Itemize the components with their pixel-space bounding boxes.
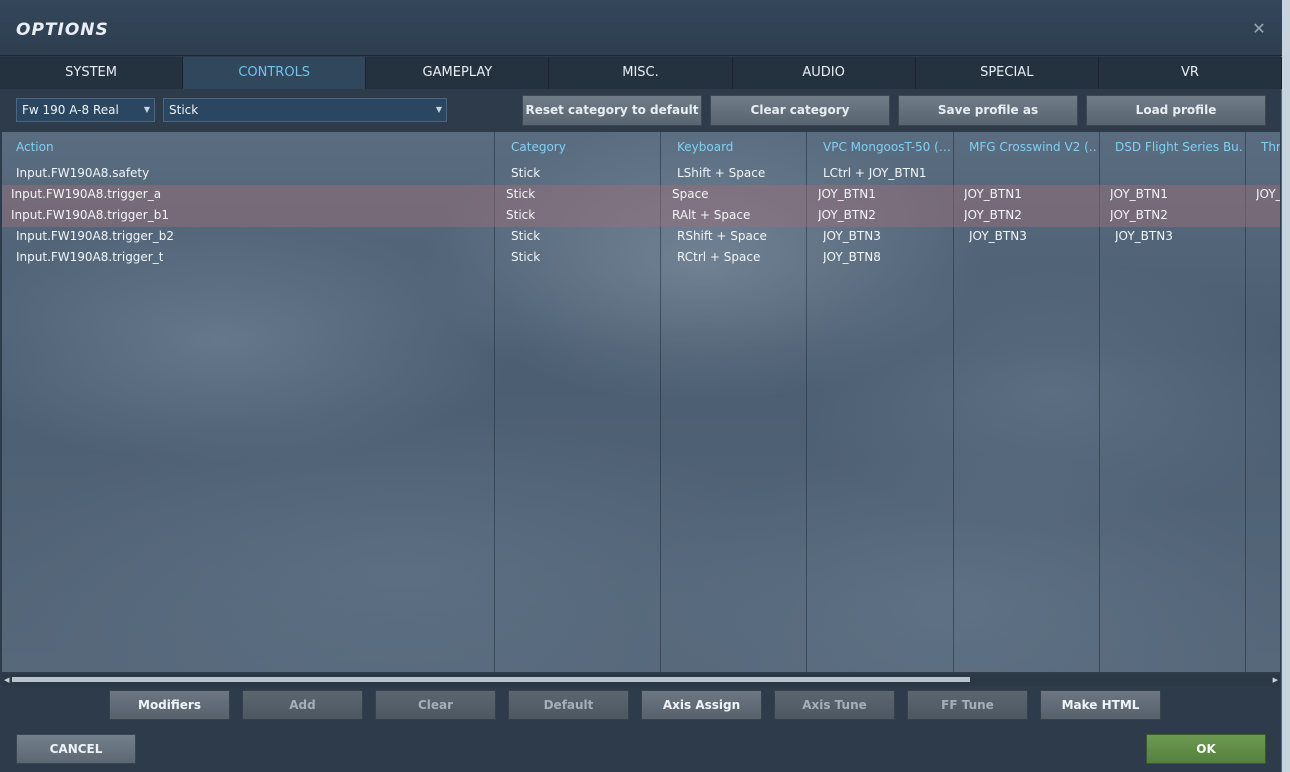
header-device-thr[interactable]: Thr <box>1261 140 1280 154</box>
close-icon[interactable]: ✕ <box>1250 20 1268 38</box>
category-select[interactable]: Stick ▼ <box>163 98 447 122</box>
scroll-right-icon[interactable]: ▶ <box>1273 674 1278 686</box>
cell-keyboard[interactable]: Space <box>672 187 709 201</box>
tab-gameplay[interactable]: GAMEPLAY <box>366 57 550 89</box>
axis-assign-button[interactable]: Axis Assign <box>641 690 762 720</box>
clear-category-button[interactable]: Clear category <box>710 95 890 126</box>
background-strip <box>1282 0 1290 772</box>
tab-misc[interactable]: MISC. <box>549 57 733 89</box>
axis-tune-button[interactable]: Axis Tune <box>774 690 895 720</box>
cancel-button[interactable]: CANCEL <box>16 734 136 764</box>
cell-device-vpc[interactable]: JOY_BTN3 <box>823 229 881 243</box>
header-device-vpc[interactable]: VPC MongoosT-50 (… <box>823 140 951 154</box>
title-bar: OPTIONS ✕ <box>0 0 1282 56</box>
table-row[interactable]: Input.FW190A8.trigger_b2 Stick RShift + … <box>2 227 1280 248</box>
save-profile-button[interactable]: Save profile as <box>898 95 1078 126</box>
cell-device-dsd[interactable]: JOY_BTN3 <box>1115 229 1173 243</box>
header-device-dsd[interactable]: DSD Flight Series Bu… <box>1115 140 1243 154</box>
cell-device-vpc[interactable]: JOY_BTN1 <box>818 187 876 201</box>
aircraft-select[interactable]: Fw 190 A-8 Real ▼ <box>16 98 155 122</box>
cell-device-mfg[interactable]: JOY_BTN1 <box>964 187 1022 201</box>
cell-action: Input.FW190A8.trigger_a <box>11 187 162 201</box>
table-row-selected[interactable]: Input.FW190A8.trigger_b1 Stick RAlt + Sp… <box>2 206 1280 227</box>
header-device-mfg[interactable]: MFG Crosswind V2 (… <box>969 140 1097 154</box>
make-html-button[interactable]: Make HTML <box>1040 690 1161 720</box>
cell-keyboard[interactable]: RAlt + Space <box>672 208 750 222</box>
cell-device-dsd[interactable]: JOY_BTN2 <box>1110 208 1168 222</box>
header-category[interactable]: Category <box>511 140 651 154</box>
add-button[interactable]: Add <box>242 690 363 720</box>
scrollbar-thumb[interactable] <box>12 677 970 682</box>
tab-vr[interactable]: VR <box>1098 57 1282 89</box>
grid-header: Action Category Keyboard VPC MongoosT-50… <box>2 132 1280 162</box>
ff-tune-button[interactable]: FF Tune <box>907 690 1028 720</box>
cell-device-vpc[interactable]: JOY_BTN8 <box>823 250 881 264</box>
tab-special[interactable]: SPECIAL <box>915 57 1099 89</box>
cell-device-vpc[interactable]: LCtrl + JOY_BTN1 <box>823 166 927 180</box>
cell-device-vpc[interactable]: JOY_BTN2 <box>818 208 876 222</box>
controls-toolbar: Fw 190 A-8 Real ▼ Stick ▼ Reset category… <box>0 90 1282 130</box>
ok-button[interactable]: OK <box>1146 734 1266 764</box>
cell-action: Input.FW190A8.trigger_b1 <box>11 208 169 222</box>
clear-button[interactable]: Clear <box>375 690 496 720</box>
bindings-grid: Action Category Keyboard VPC MongoosT-50… <box>2 132 1280 672</box>
table-row[interactable]: Input.FW190A8.safety Stick LShift + Spac… <box>2 164 1280 185</box>
cell-keyboard[interactable]: RShift + Space <box>677 229 767 243</box>
tab-system[interactable]: SYSTEM <box>0 57 184 89</box>
cell-action: Input.FW190A8.trigger_t <box>16 250 164 264</box>
chevron-down-icon: ▼ <box>435 105 442 114</box>
reset-category-button[interactable]: Reset category to default <box>522 95 702 126</box>
cell-device-thr[interactable]: JOY_ <box>1256 187 1280 201</box>
cell-device-dsd[interactable]: JOY_BTN1 <box>1110 187 1168 201</box>
chevron-down-icon: ▼ <box>143 105 150 114</box>
window-title: OPTIONS <box>16 20 109 40</box>
cell-category: Stick <box>506 187 536 201</box>
table-row[interactable]: Input.FW190A8.trigger_t Stick RCtrl + Sp… <box>2 248 1280 269</box>
load-profile-button[interactable]: Load profile <box>1086 95 1266 126</box>
cell-keyboard[interactable]: RCtrl + Space <box>677 250 760 264</box>
header-keyboard[interactable]: Keyboard <box>677 140 802 154</box>
horizontal-scrollbar[interactable]: ◀ ▶ <box>2 674 1280 686</box>
cell-keyboard[interactable]: LShift + Space <box>677 166 765 180</box>
default-button[interactable]: Default <box>508 690 629 720</box>
tab-bar: SYSTEM CONTROLS GAMEPLAY MISC. AUDIO SPE… <box>0 57 1282 89</box>
modifiers-button[interactable]: Modifiers <box>109 690 230 720</box>
tab-audio[interactable]: AUDIO <box>732 57 916 89</box>
cell-device-mfg[interactable]: JOY_BTN2 <box>964 208 1022 222</box>
cell-category: Stick <box>511 166 541 180</box>
options-window: OPTIONS ✕ SYSTEM CONTROLS GAMEPLAY MISC.… <box>0 0 1282 772</box>
table-row-selected[interactable]: Input.FW190A8.trigger_a Stick Space JOY_… <box>2 185 1280 206</box>
scroll-left-icon[interactable]: ◀ <box>4 674 9 686</box>
aircraft-select-value: Fw 190 A-8 Real <box>22 103 119 117</box>
cell-category: Stick <box>511 250 541 264</box>
cell-category: Stick <box>511 229 541 243</box>
cell-action: Input.FW190A8.trigger_b2 <box>16 229 174 243</box>
cell-action: Input.FW190A8.safety <box>16 166 150 180</box>
category-select-value: Stick <box>169 103 199 117</box>
cell-device-mfg[interactable]: JOY_BTN3 <box>969 229 1027 243</box>
cell-category: Stick <box>506 208 536 222</box>
tab-controls[interactable]: CONTROLS <box>183 57 367 89</box>
header-action[interactable]: Action <box>16 140 486 154</box>
